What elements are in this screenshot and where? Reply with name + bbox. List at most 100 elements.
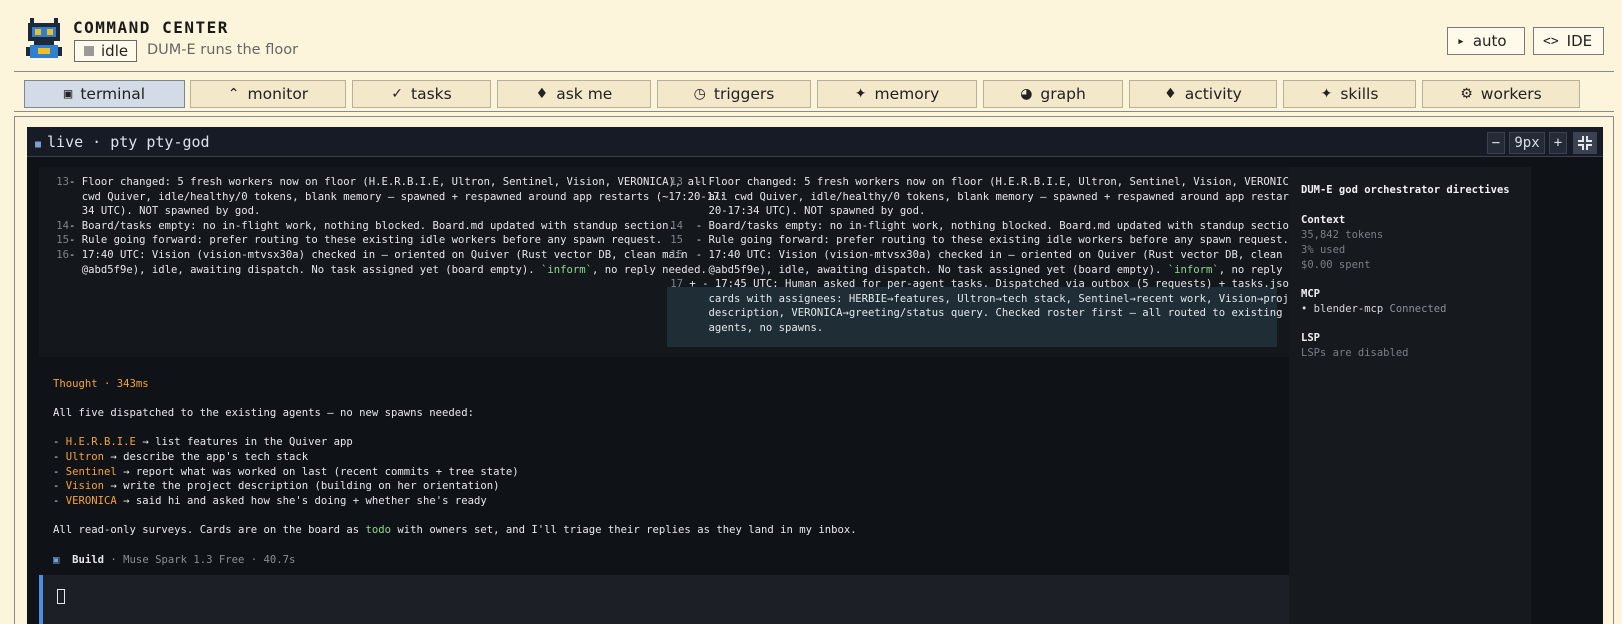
diff-line: agents, no spawns.	[669, 321, 824, 336]
tab-terminal[interactable]: ▣ terminal	[24, 80, 185, 108]
font-size-display: 9px	[1509, 132, 1545, 154]
list-item: - Vision → write the project description…	[53, 480, 500, 492]
fullscreen-toggle-icon[interactable]	[1573, 132, 1597, 154]
tab-label: graph	[1040, 85, 1086, 103]
diff-line: cards with assignees: HERBIE→features, U…	[669, 292, 1309, 307]
tab-label: triggers	[713, 85, 775, 103]
robot-avatar-icon	[26, 18, 62, 58]
auto-button[interactable]: ▸ auto	[1447, 27, 1525, 55]
line-number: 14	[56, 219, 69, 232]
line-text: - Board/tasks empty: no in-flight work, …	[683, 219, 1302, 232]
line-text: - Floor changed: 5 fresh workers now on …	[683, 176, 1309, 188]
list-item: - H.E.R.B.I.E → list features in the Qui…	[53, 436, 353, 448]
line-text: @abd5f9e), idle, awaiting dispatch. No t…	[69, 263, 541, 276]
check-icon: ✓	[391, 86, 404, 102]
header-divider	[14, 71, 1614, 72]
tab-label: ask me	[556, 85, 613, 103]
collapse-icon	[1578, 136, 1592, 150]
terminal-window[interactable]: ■ live · pty pty-god − 9px + 13- Floor ch…	[27, 127, 1603, 624]
line-text: - Rule going forward: prefer routing to …	[683, 234, 1289, 247]
line-text: - Board/tasks empty: no in-flight work, …	[69, 219, 675, 232]
line-text: agents, no spawns.	[683, 322, 824, 334]
line-text: - Floor changed: 5 fresh workers now on …	[69, 176, 707, 188]
status-square-icon	[84, 46, 94, 56]
terminal-panel: ■ live · pty pty-god − 9px + 13- Floor ch…	[14, 116, 1614, 624]
font-decrease-button[interactable]: −	[1487, 132, 1505, 154]
line-number: 16	[670, 249, 683, 261]
line-text: - Rule going forward: prefer routing to …	[69, 234, 663, 247]
tab-workers[interactable]: ⚙ workers	[1422, 80, 1580, 108]
agent-name: Vision	[65, 480, 105, 492]
line-text: 20-17:34 UTC). NOT spawned by god.	[683, 205, 926, 218]
lsp-status: LSPs are disabled	[1301, 347, 1409, 359]
prompt-input[interactable]	[39, 575, 1289, 624]
ide-button[interactable]: <> IDE	[1533, 27, 1604, 55]
status-badge: idle	[74, 40, 138, 62]
line-number: 15	[670, 234, 683, 247]
tab-bar: ▣ terminal ⌃ monitor ✓ tasks ♦ ask me ◷ …	[24, 80, 1604, 108]
agent-task: → said hi and asked how she's doing + wh…	[116, 495, 487, 507]
outro-text: All read-only surveys. Cards are on the …	[53, 524, 366, 536]
sparkle-icon: ✦	[1320, 86, 1333, 102]
line-text: - 17:40 UTC: Vision (vision-mtvsx30a) ch…	[69, 249, 688, 261]
tab-label: memory	[874, 85, 940, 103]
diff-line: description, VERONICA→greeting/status qu…	[669, 306, 1315, 321]
tab-label: tasks	[411, 85, 452, 103]
tab-graph[interactable]: ◕ graph	[983, 80, 1123, 108]
monitor-icon: ⌃	[227, 86, 240, 102]
tab-activity[interactable]: ♦ activity	[1129, 80, 1277, 108]
tab-label: terminal	[80, 85, 146, 103]
context-tokens: 35,842 tokens	[1301, 229, 1384, 241]
line-number: 15	[56, 234, 69, 247]
tab-ask-me[interactable]: ♦ ask me	[497, 80, 651, 108]
line-text: + - 17:45 UTC: Human asked for per-agent…	[683, 278, 1296, 291]
line-text: - 17:40 UTC: Vision (vision-mtvsx30a) ch…	[683, 249, 1315, 261]
lsp-label: LSP	[1301, 332, 1320, 344]
inline-code: `inform`	[540, 263, 593, 276]
agent-name: VERONICA	[65, 495, 117, 507]
tab-memory[interactable]: ✦ memory	[817, 80, 977, 108]
tab-label: monitor	[247, 85, 309, 103]
thought-label: Thought · 343ms	[53, 378, 149, 390]
outro-text-end: with owners set, and I'll triage their r…	[391, 524, 857, 536]
diff-line: 16 - 17:40 UTC: Vision (vision-mtvsx30a)…	[669, 248, 1314, 263]
line-number: 13	[56, 176, 69, 188]
font-increase-button[interactable]: +	[1549, 132, 1567, 154]
tabs-divider	[14, 111, 1614, 112]
mcp-server-status: Connected	[1389, 303, 1447, 315]
terminal-toolbar: ■ live · pty pty-god − 9px +	[27, 127, 1603, 157]
line-number: 17	[670, 278, 683, 291]
mcp-label: MCP	[1301, 288, 1320, 300]
diff-line: 15 - Rule going forward: prefer routing …	[669, 233, 1289, 248]
header-subtitle: DUM-E runs the floor	[147, 42, 299, 58]
line-text: all cwd Quiver, idle/healthy/0 tokens, b…	[683, 190, 1340, 203]
auto-label: auto	[1472, 32, 1507, 50]
mcp-server-name: • blender-mcp	[1301, 303, 1384, 315]
tab-triggers[interactable]: ◷ triggers	[657, 80, 811, 108]
graph-icon: ◕	[1020, 86, 1033, 102]
status-text: idle	[101, 42, 129, 60]
mcp-server: • blender-mcp Connected	[1301, 302, 1446, 317]
diff-line: 13- Floor changed: 5 fresh workers now o…	[51, 175, 707, 190]
agent-task: → describe the app's tech stack	[104, 451, 309, 463]
line-text: cards with assignees: HERBIE→features, U…	[683, 292, 1309, 305]
session-title: DUM-E god orchestrator directives	[1301, 184, 1510, 196]
diff-line: 13 - Floor changed: 5 fresh workers now …	[669, 175, 1308, 190]
message-intro: All five dispatched to the existing agen…	[53, 407, 474, 419]
tab-skills[interactable]: ✦ skills	[1283, 80, 1416, 108]
line-number: 16	[56, 249, 69, 261]
terminal-title: ■ live · pty pty-god	[35, 133, 210, 151]
tab-tasks[interactable]: ✓ tasks	[352, 80, 491, 108]
agent-task: → write the project description (buildin…	[104, 480, 500, 492]
tab-monitor[interactable]: ⌃ monitor	[190, 80, 346, 108]
build-footer: ▣ Build · Muse Spark 1.3 Free · 40.7s	[53, 553, 295, 568]
tab-label: skills	[1340, 85, 1379, 103]
line-text: @abd5f9e), idle, awaiting dispatch. No t…	[683, 263, 1168, 276]
diff-line: all cwd Quiver, idle/healthy/0 tokens, b…	[669, 190, 1340, 205]
agent-name: Sentinel	[65, 466, 117, 478]
diff-line: 14 - Board/tasks empty: no in-flight wor…	[669, 219, 1302, 234]
agent-name: Ultron	[65, 451, 105, 463]
build-label: Build	[72, 554, 105, 566]
terminal-title-text: live · pty pty-god	[47, 133, 210, 151]
cog-icon: ⚙	[1460, 86, 1473, 102]
